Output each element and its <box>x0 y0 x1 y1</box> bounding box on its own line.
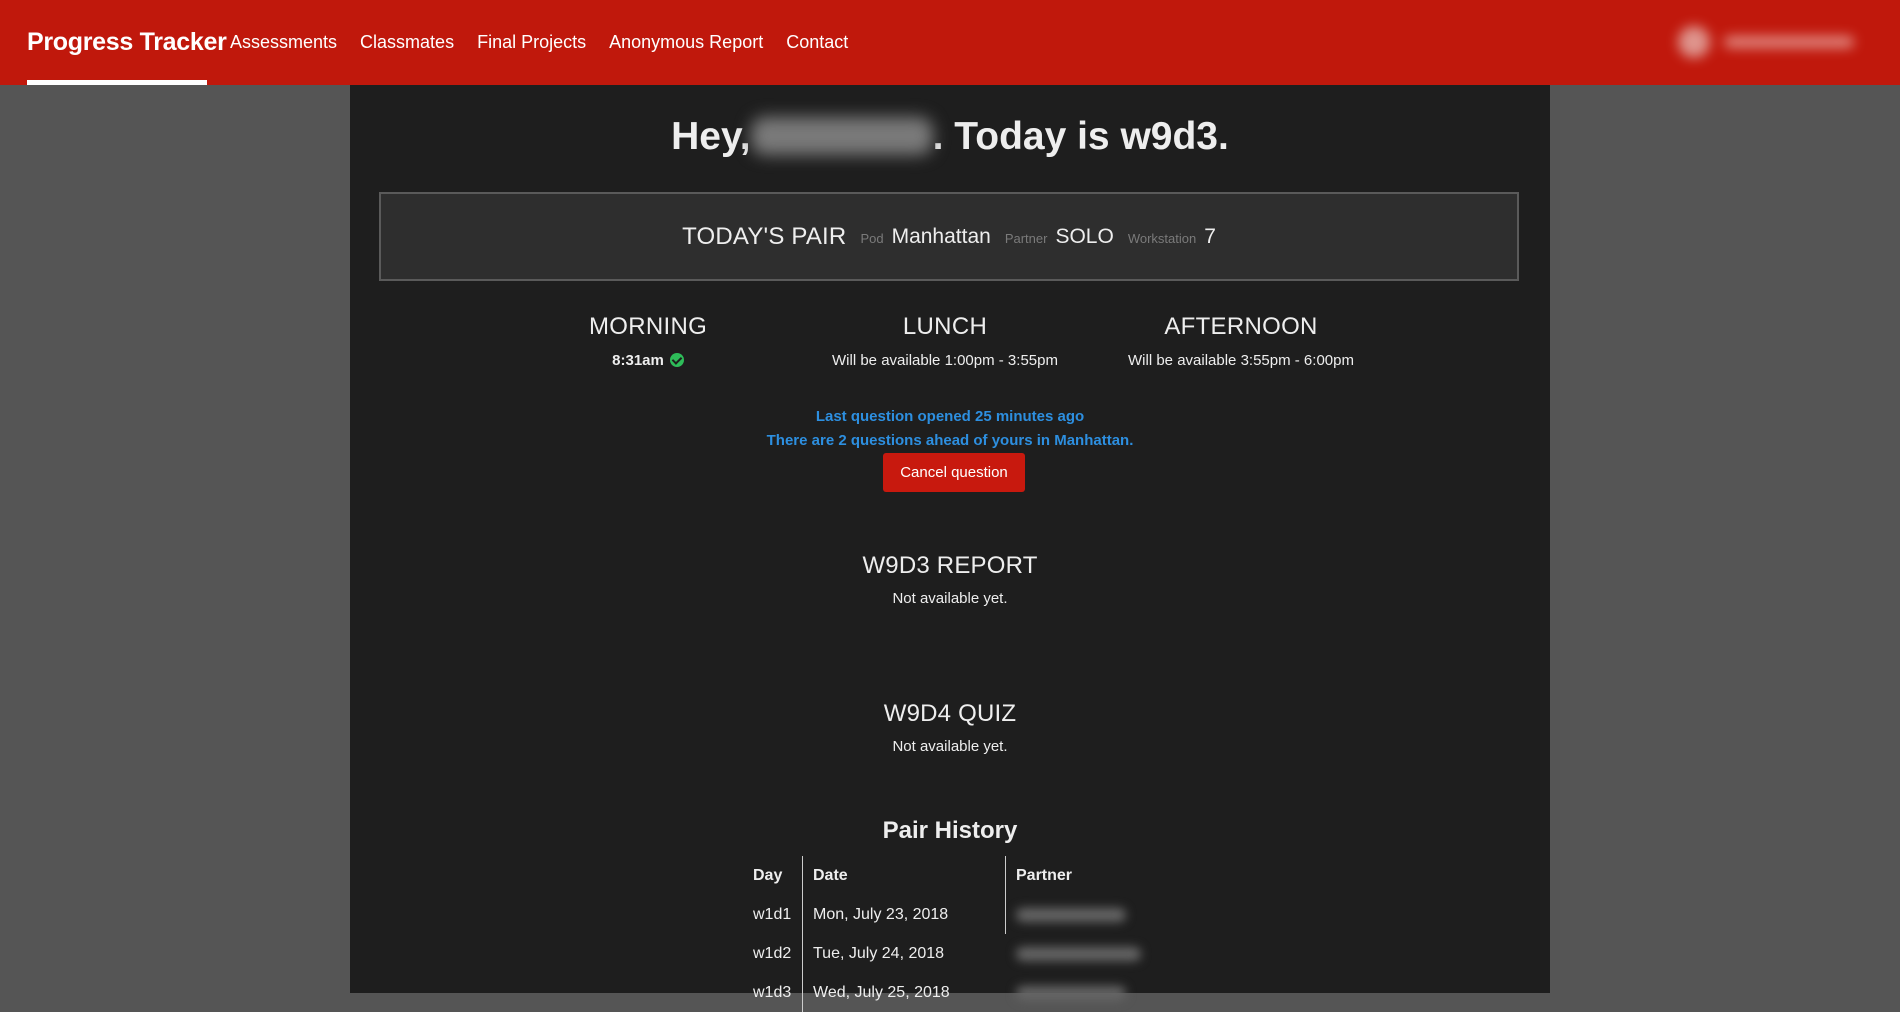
header-partner: Partner <box>1005 856 1155 895</box>
pair-title: TODAY'S PAIR <box>682 222 847 250</box>
quiz-section: W9D4 QUIZ Not available yet. <box>350 700 1550 755</box>
page-title: Hey, . Today is w9d3. <box>350 115 1550 159</box>
pair-history-table: Day Date Partner w1d1 Mon, July 23, 2018… <box>744 856 1155 1012</box>
greeting-suffix: . Today is w9d3. <box>932 115 1229 158</box>
row-day: w1d2 <box>753 944 792 962</box>
brand-link[interactable]: Progress Tracker <box>27 0 227 85</box>
active-tab-indicator <box>27 80 207 85</box>
question-queue-info: Last question opened 25 minutes ago Ther… <box>350 405 1550 453</box>
nav-link-assessments[interactable]: Assessments <box>230 32 337 53</box>
questions-ahead-text: There are 2 questions ahead of yours in … <box>766 432 1134 449</box>
row-day: w1d1 <box>753 905 792 923</box>
workstation-value: 7 <box>1204 224 1216 248</box>
afternoon-session: AFTERNOON Will be available 3:55pm - 6:0… <box>1091 313 1391 369</box>
row-partner <box>1005 895 1155 934</box>
lunch-session: LUNCH Will be available 1:00pm - 3:55pm <box>795 313 1095 369</box>
lunch-note: Will be available 1:00pm - 3:55pm <box>832 352 1058 369</box>
main-panel: Hey, . Today is w9d3. TODAY'S PAIR Pod Ma… <box>350 85 1550 1012</box>
morning-time: 8:31am <box>612 352 664 369</box>
afternoon-note: Will be available 3:55pm - 6:00pm <box>1128 352 1354 369</box>
afternoon-title: AFTERNOON <box>1164 313 1318 340</box>
user-name-redacted <box>1724 36 1854 48</box>
redacted-name <box>750 117 933 155</box>
nav-link-anonymous-report[interactable]: Anonymous Report <box>609 32 763 53</box>
nav-link-classmates[interactable]: Classmates <box>360 32 454 53</box>
morning-title: MORNING <box>588 313 708 340</box>
greeting-prefix: Hey, <box>671 115 751 158</box>
report-title: W9D3 REPORT <box>862 552 1038 579</box>
nav-links: Assessments Classmates Final Projects An… <box>230 0 871 85</box>
table-row: w1d2 Tue, July 24, 2018 <box>744 934 1155 973</box>
header-day: Day <box>753 866 783 884</box>
nav-link-final-projects[interactable]: Final Projects <box>477 32 586 53</box>
pod-label: Pod <box>860 231 884 246</box>
quiz-title: W9D4 QUIZ <box>883 700 1017 727</box>
report-section: W9D3 REPORT Not available yet. <box>350 552 1550 607</box>
redacted-partner <box>1016 907 1126 922</box>
header-date: Date <box>802 856 1005 895</box>
lunch-title: LUNCH <box>902 313 988 340</box>
report-status: Not available yet. <box>892 590 1008 607</box>
row-partner <box>1005 934 1155 973</box>
table-header-row: Day Date Partner <box>744 856 1155 895</box>
table-row: w1d1 Mon, July 23, 2018 <box>744 895 1155 934</box>
last-question-text: Last question opened 25 minutes ago <box>815 408 1085 425</box>
cancel-question-button[interactable]: Cancel question <box>883 453 1025 492</box>
workstation-label: Workstation <box>1127 231 1197 246</box>
morning-session: MORNING 8:31am <box>498 313 798 369</box>
partner-value: SOLO <box>1055 224 1114 248</box>
redacted-partner <box>1016 946 1141 961</box>
row-date: Mon, July 23, 2018 <box>802 895 1005 934</box>
pair-history-title: Pair History <box>882 817 1018 844</box>
partner-label: Partner <box>1004 231 1048 246</box>
todays-pair-box: TODAY'S PAIR Pod Manhattan Partner SOLO … <box>379 192 1519 281</box>
top-navbar: Progress Tracker Assessments Classmates … <box>0 0 1900 85</box>
user-menu-redacted[interactable] <box>1678 22 1878 62</box>
quiz-status: Not available yet. <box>892 738 1008 755</box>
nav-link-contact[interactable]: Contact <box>786 32 848 53</box>
pod-value: Manhattan <box>891 224 991 248</box>
check-circle-icon <box>669 353 684 367</box>
row-date: Tue, July 24, 2018 <box>802 934 1005 973</box>
avatar <box>1678 26 1710 58</box>
